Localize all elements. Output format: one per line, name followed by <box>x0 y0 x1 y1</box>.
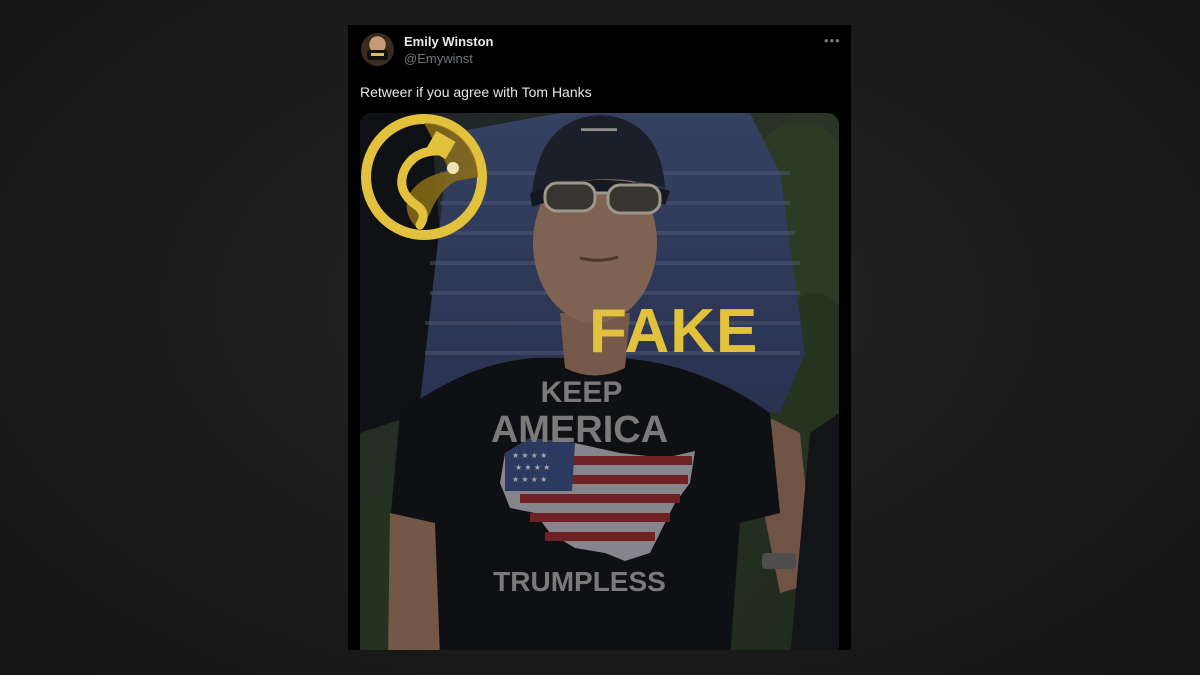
stage: Emily Winston @Emywinst ••• Retweer if y… <box>0 0 1200 675</box>
display-name[interactable]: Emily Winston <box>404 34 493 49</box>
tweet-card[interactable]: Emily Winston @Emywinst ••• Retweer if y… <box>348 25 851 650</box>
fake-label: FAKE <box>589 297 759 366</box>
fact-check-logo-icon <box>361 114 487 240</box>
tweet-text: Retweer if you agree with Tom Hanks <box>360 84 592 100</box>
tweet-media[interactable]: ▬▬▬▬ ★ ★ ★ ★ ★ ★ ★ ★ ★ ★ ★ ★ KEEP AMERIC… <box>360 113 839 650</box>
more-horizontal-icon[interactable]: ••• <box>824 33 841 48</box>
user-handle[interactable]: @Emywinst <box>404 51 473 66</box>
avatar[interactable] <box>361 33 394 66</box>
avatar-mask <box>367 50 388 60</box>
